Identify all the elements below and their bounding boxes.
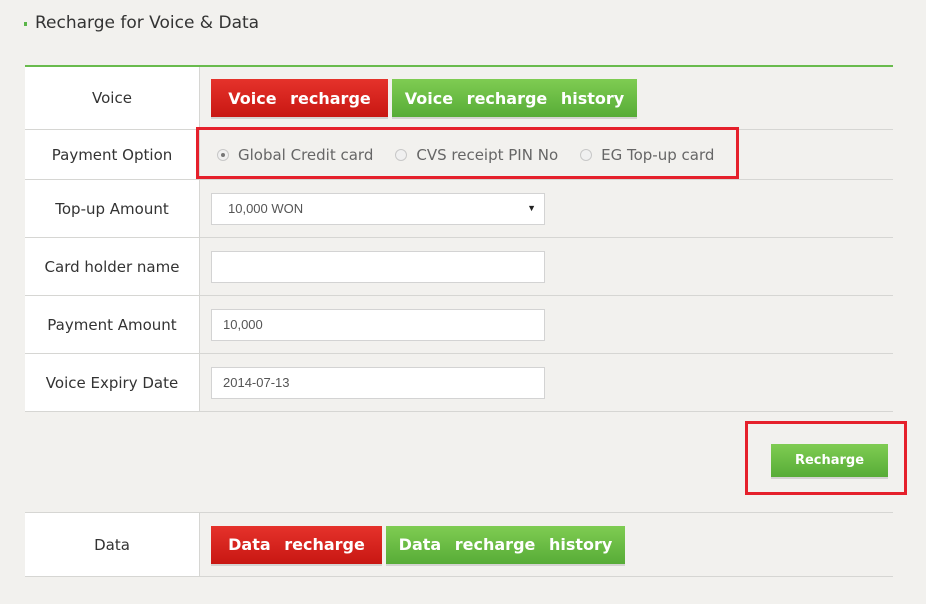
data-row: Data Data recharge Data recharge history	[25, 513, 893, 577]
voice-recharge-button[interactable]: Voice recharge	[211, 79, 388, 117]
expiry-label: Voice Expiry Date	[25, 354, 200, 411]
card-holder-row: Card holder name	[25, 238, 893, 296]
recharge-submit-button[interactable]: Recharge	[771, 444, 888, 477]
page-title: Recharge for Voice & Data	[24, 13, 259, 33]
card-holder-value	[200, 238, 893, 295]
dropdown-arrow-icon[interactable]: ▼	[527, 203, 536, 213]
radio-option-cvs-receipt[interactable]: CVS receipt PIN No	[395, 146, 558, 164]
data-recharge-button[interactable]: Data recharge	[211, 525, 382, 564]
card-holder-input[interactable]	[211, 250, 545, 283]
radio-label[interactable]: EG Top-up card	[601, 146, 714, 164]
topup-amount-row: Top-up Amount 10,000 WON ▼	[25, 180, 893, 238]
data-form-table: Data Data recharge Data recharge history	[25, 512, 893, 577]
expiry-value: 2014-07-13	[200, 354, 893, 411]
card-holder-label: Card holder name	[25, 238, 200, 295]
voice-form-table: Voice Voice recharge Voice recharge hist…	[25, 65, 893, 412]
radio-checked-icon[interactable]	[217, 148, 229, 161]
data-actions: Data recharge Data recharge history	[200, 513, 893, 576]
radio-label[interactable]: CVS receipt PIN No	[416, 146, 558, 164]
radio-unchecked-icon[interactable]	[580, 148, 593, 161]
payment-option-radio-group: Global Credit card CVS receipt PIN No EG…	[217, 130, 736, 179]
payment-option-row: Payment Option Global Credit card CVS re…	[25, 130, 893, 180]
topup-amount-value: 10,000 WON ▼	[200, 180, 893, 237]
voice-recharge-history-button[interactable]: Voice recharge history	[392, 79, 637, 117]
radio-option-eg-topup-card[interactable]: EG Top-up card	[580, 146, 714, 164]
expiry-date-input[interactable]: 2014-07-13	[211, 366, 545, 399]
payment-option-values: Global Credit card CVS receipt PIN No EG…	[200, 130, 893, 179]
data-recharge-history-button[interactable]: Data recharge history	[386, 525, 625, 564]
topup-amount-label: Top-up Amount	[25, 180, 200, 237]
voice-row: Voice Voice recharge Voice recharge hist…	[25, 67, 893, 130]
voice-actions: Voice recharge Voice recharge history	[200, 67, 893, 129]
data-label: Data	[25, 513, 200, 576]
topup-amount-selected: 10,000 WON	[228, 201, 304, 216]
expiry-row: Voice Expiry Date 2014-07-13	[25, 354, 893, 412]
title-bullet-icon	[24, 22, 27, 26]
topup-amount-select[interactable]: 10,000 WON ▼	[211, 192, 545, 225]
radio-unchecked-icon[interactable]	[395, 148, 408, 161]
radio-label[interactable]: Global Credit card	[238, 146, 373, 164]
radio-option-global-credit-card[interactable]: Global Credit card	[217, 146, 373, 164]
payment-option-label: Payment Option	[25, 130, 200, 179]
payment-amount-row: Payment Amount 10,000	[25, 296, 893, 354]
payment-amount-input[interactable]: 10,000	[211, 308, 545, 341]
payment-amount-label: Payment Amount	[25, 296, 200, 353]
page-title-text: Recharge for Voice & Data	[35, 13, 260, 33]
payment-amount-value: 10,000	[200, 296, 893, 353]
voice-label: Voice	[25, 67, 200, 129]
